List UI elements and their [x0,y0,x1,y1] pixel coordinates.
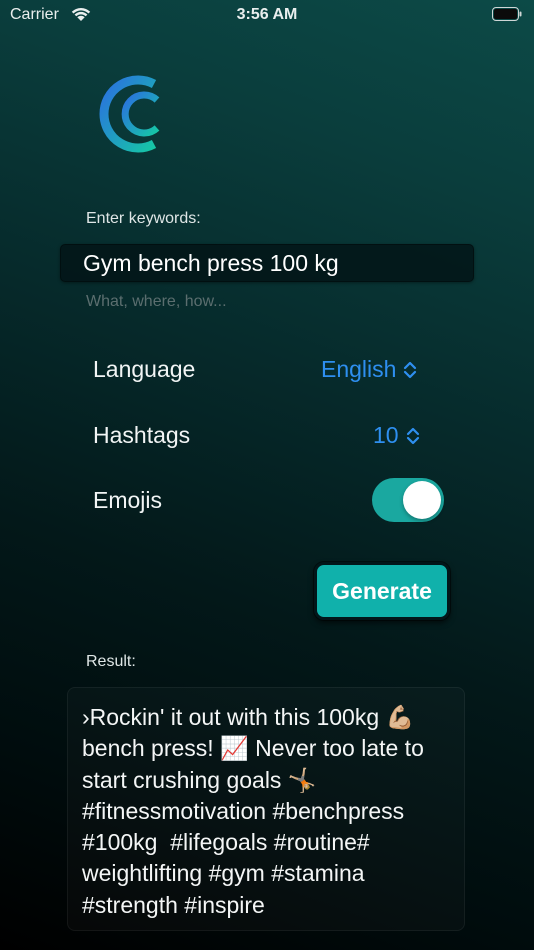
emojis-toggle[interactable] [372,478,444,522]
result-text-box[interactable]: ›Rockin' it out with this 100kg 💪🏼 bench… [67,687,465,931]
hashtags-picker[interactable]: 10 [373,422,420,449]
hashtags-label: Hashtags [93,422,191,448]
keywords-hint: What, where, how... [86,293,227,310]
clock-time: 3:56 AM [236,6,298,23]
keywords-input[interactable] [60,244,474,282]
language-picker[interactable]: English [321,356,417,383]
language-label: Language [93,356,196,382]
generate-button[interactable]: Generate [314,562,450,620]
language-picker-value: English [321,356,397,382]
result-label: Result: [86,653,136,670]
toggle-knob[interactable] [403,481,441,519]
chevron-up-down-icon [404,361,417,378]
emojis-label: Emojis [93,487,163,513]
keywords-label: Enter keywords: [86,210,201,227]
hashtags-picker-value: 10 [373,422,399,448]
battery-icon [492,7,522,21]
status-bar: Carrier 3:56 AM [0,0,534,30]
app-logo-c-icon [99,75,160,153]
chevron-up-down-icon [406,427,419,444]
